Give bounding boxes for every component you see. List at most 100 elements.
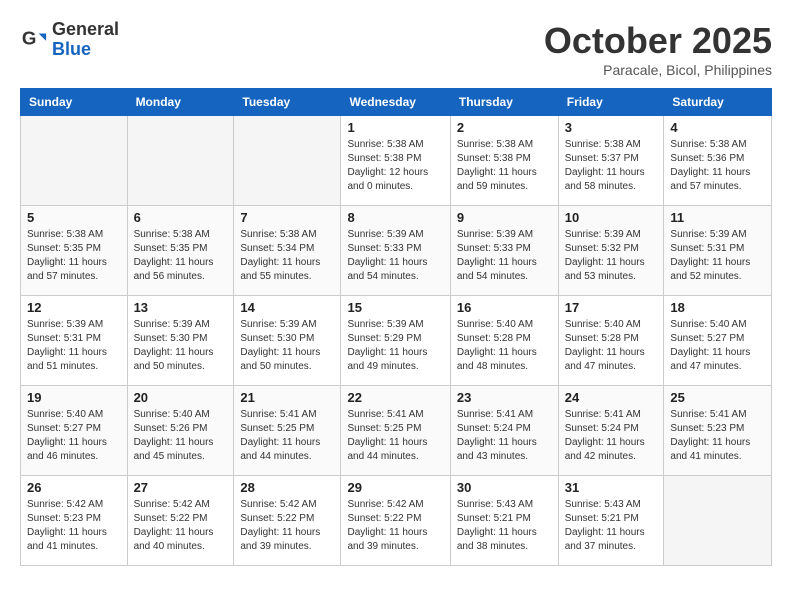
day-info: Sunrise: 5:43 AM Sunset: 5:21 PM Dayligh… <box>565 498 658 554</box>
day-number: 28 <box>240 480 334 495</box>
header-tuesday: Tuesday <box>234 89 341 116</box>
logo-blue: Blue <box>52 39 91 59</box>
day-info: Sunrise: 5:40 AM Sunset: 5:27 PM Dayligh… <box>670 318 765 374</box>
day-info: Sunrise: 5:42 AM Sunset: 5:22 PM Dayligh… <box>134 498 228 554</box>
day-number: 3 <box>565 120 658 135</box>
svg-text:G: G <box>22 27 37 48</box>
day-info: Sunrise: 5:38 AM Sunset: 5:36 PM Dayligh… <box>670 138 765 194</box>
calendar-cell <box>664 476 772 566</box>
header-saturday: Saturday <box>664 89 772 116</box>
week-row-5: 26Sunrise: 5:42 AM Sunset: 5:23 PM Dayli… <box>21 476 772 566</box>
day-info: Sunrise: 5:39 AM Sunset: 5:33 PM Dayligh… <box>457 228 552 284</box>
calendar-cell: 27 Sunrise: 5:42 AM Sunset: 5:22 PM Dayli… <box>127 476 234 566</box>
day-number: 26 <box>27 480 121 495</box>
calendar-cell: 23 Sunrise: 5:41 AM Sunset: 5:24 PM Dayli… <box>450 386 558 476</box>
day-info: Sunrise: 5:39 AM Sunset: 5:30 PM Dayligh… <box>134 318 228 374</box>
day-number: 23 <box>457 390 552 405</box>
day-info: Sunrise: 5:39 AM Sunset: 5:33 PM Dayligh… <box>347 228 443 284</box>
day-info: Sunrise: 5:38 AM Sunset: 5:34 PM Dayligh… <box>240 228 334 284</box>
day-number: 17 <box>565 300 658 315</box>
day-number: 30 <box>457 480 552 495</box>
day-number: 19 <box>27 390 121 405</box>
day-number: 11 <box>670 210 765 225</box>
day-number: 27 <box>134 480 228 495</box>
day-info: Sunrise: 5:40 AM Sunset: 5:28 PM Dayligh… <box>457 318 552 374</box>
day-number: 14 <box>240 300 334 315</box>
day-number: 13 <box>134 300 228 315</box>
day-number: 29 <box>347 480 443 495</box>
day-info: Sunrise: 5:39 AM Sunset: 5:29 PM Dayligh… <box>347 318 443 374</box>
calendar-cell: 10 Sunrise: 5:39 AM Sunset: 5:32 PM Dayli… <box>558 206 664 296</box>
day-number: 2 <box>457 120 552 135</box>
logo: G General Blue <box>20 20 119 60</box>
calendar-cell: 30Sunrise: 5:43 AM Sunset: 5:21 PM Dayli… <box>450 476 558 566</box>
day-info: Sunrise: 5:40 AM Sunset: 5:27 PM Dayligh… <box>27 408 121 464</box>
day-number: 31 <box>565 480 658 495</box>
calendar-cell: 21Sunrise: 5:41 AM Sunset: 5:25 PM Dayli… <box>234 386 341 476</box>
location-subtitle: Paracale, Bicol, Philippines <box>544 62 772 78</box>
week-row-4: 19 Sunrise: 5:40 AM Sunset: 5:27 PM Dayli… <box>21 386 772 476</box>
calendar-cell: 4 Sunrise: 5:38 AM Sunset: 5:36 PM Daylig… <box>664 116 772 206</box>
calendar-cell: 6 Sunrise: 5:38 AM Sunset: 5:35 PM Daylig… <box>127 206 234 296</box>
day-info: Sunrise: 5:39 AM Sunset: 5:31 PM Dayligh… <box>27 318 121 374</box>
logo-general: General <box>52 19 119 39</box>
day-info: Sunrise: 5:41 AM Sunset: 5:24 PM Dayligh… <box>565 408 658 464</box>
calendar-cell: 16 Sunrise: 5:40 AM Sunset: 5:28 PM Dayli… <box>450 296 558 386</box>
day-info: Sunrise: 5:41 AM Sunset: 5:25 PM Dayligh… <box>240 408 334 464</box>
calendar-cell: 20 Sunrise: 5:40 AM Sunset: 5:26 PM Dayli… <box>127 386 234 476</box>
day-info: Sunrise: 5:39 AM Sunset: 5:30 PM Dayligh… <box>240 318 334 374</box>
day-number: 24 <box>565 390 658 405</box>
calendar-cell: 11 Sunrise: 5:39 AM Sunset: 5:31 PM Dayli… <box>664 206 772 296</box>
day-number: 12 <box>27 300 121 315</box>
day-info: Sunrise: 5:41 AM Sunset: 5:25 PM Dayligh… <box>347 408 443 464</box>
week-row-2: 5 Sunrise: 5:38 AM Sunset: 5:35 PM Daylig… <box>21 206 772 296</box>
day-info: Sunrise: 5:41 AM Sunset: 5:24 PM Dayligh… <box>457 408 552 464</box>
day-number: 20 <box>134 390 228 405</box>
calendar-cell <box>127 116 234 206</box>
day-info: Sunrise: 5:38 AM Sunset: 5:38 PM Dayligh… <box>457 138 552 194</box>
calendar-cell: 13 Sunrise: 5:39 AM Sunset: 5:30 PM Dayli… <box>127 296 234 386</box>
header-wednesday: Wednesday <box>341 89 450 116</box>
day-info: Sunrise: 5:39 AM Sunset: 5:32 PM Dayligh… <box>565 228 658 284</box>
calendar-cell: 7Sunrise: 5:38 AM Sunset: 5:34 PM Daylig… <box>234 206 341 296</box>
title-block: October 2025 Paracale, Bicol, Philippine… <box>544 20 772 78</box>
day-number: 6 <box>134 210 228 225</box>
day-number: 5 <box>27 210 121 225</box>
page-header: G General Blue October 2025 Paracale, Bi… <box>20 20 772 78</box>
day-info: Sunrise: 5:41 AM Sunset: 5:23 PM Dayligh… <box>670 408 765 464</box>
calendar-cell: 3 Sunrise: 5:38 AM Sunset: 5:37 PM Daylig… <box>558 116 664 206</box>
calendar-cell: 28 Sunrise: 5:42 AM Sunset: 5:22 PM Dayli… <box>234 476 341 566</box>
calendar-cell: 9Sunrise: 5:39 AM Sunset: 5:33 PM Daylig… <box>450 206 558 296</box>
calendar-table: SundayMondayTuesdayWednesdayThursdayFrid… <box>20 88 772 566</box>
calendar-cell: 1 Sunrise: 5:38 AM Sunset: 5:38 PM Daylig… <box>341 116 450 206</box>
day-number: 10 <box>565 210 658 225</box>
calendar-cell: 2 Sunrise: 5:38 AM Sunset: 5:38 PM Daylig… <box>450 116 558 206</box>
day-info: Sunrise: 5:38 AM Sunset: 5:35 PM Dayligh… <box>134 228 228 284</box>
day-number: 1 <box>347 120 443 135</box>
calendar-cell: 24 Sunrise: 5:41 AM Sunset: 5:24 PM Dayli… <box>558 386 664 476</box>
days-header-row: SundayMondayTuesdayWednesdayThursdayFrid… <box>21 89 772 116</box>
day-number: 4 <box>670 120 765 135</box>
logo-text: General Blue <box>52 20 119 60</box>
day-info: Sunrise: 5:38 AM Sunset: 5:37 PM Dayligh… <box>565 138 658 194</box>
calendar-cell: 12 Sunrise: 5:39 AM Sunset: 5:31 PM Dayli… <box>21 296 128 386</box>
calendar-cell: 18Sunrise: 5:40 AM Sunset: 5:27 PM Dayli… <box>664 296 772 386</box>
day-info: Sunrise: 5:38 AM Sunset: 5:38 PM Dayligh… <box>347 138 443 194</box>
day-info: Sunrise: 5:42 AM Sunset: 5:22 PM Dayligh… <box>240 498 334 554</box>
calendar-cell <box>21 116 128 206</box>
calendar-cell: 5Sunrise: 5:38 AM Sunset: 5:35 PM Daylig… <box>21 206 128 296</box>
day-info: Sunrise: 5:39 AM Sunset: 5:31 PM Dayligh… <box>670 228 765 284</box>
header-friday: Friday <box>558 89 664 116</box>
day-info: Sunrise: 5:40 AM Sunset: 5:26 PM Dayligh… <box>134 408 228 464</box>
calendar-cell: 8 Sunrise: 5:39 AM Sunset: 5:33 PM Daylig… <box>341 206 450 296</box>
day-number: 8 <box>347 210 443 225</box>
header-monday: Monday <box>127 89 234 116</box>
day-info: Sunrise: 5:42 AM Sunset: 5:22 PM Dayligh… <box>347 498 443 554</box>
calendar-cell: 26Sunrise: 5:42 AM Sunset: 5:23 PM Dayli… <box>21 476 128 566</box>
day-number: 15 <box>347 300 443 315</box>
day-number: 16 <box>457 300 552 315</box>
day-number: 22 <box>347 390 443 405</box>
calendar-cell: 31 Sunrise: 5:43 AM Sunset: 5:21 PM Dayli… <box>558 476 664 566</box>
day-info: Sunrise: 5:40 AM Sunset: 5:28 PM Dayligh… <box>565 318 658 374</box>
calendar-cell: 25Sunrise: 5:41 AM Sunset: 5:23 PM Dayli… <box>664 386 772 476</box>
